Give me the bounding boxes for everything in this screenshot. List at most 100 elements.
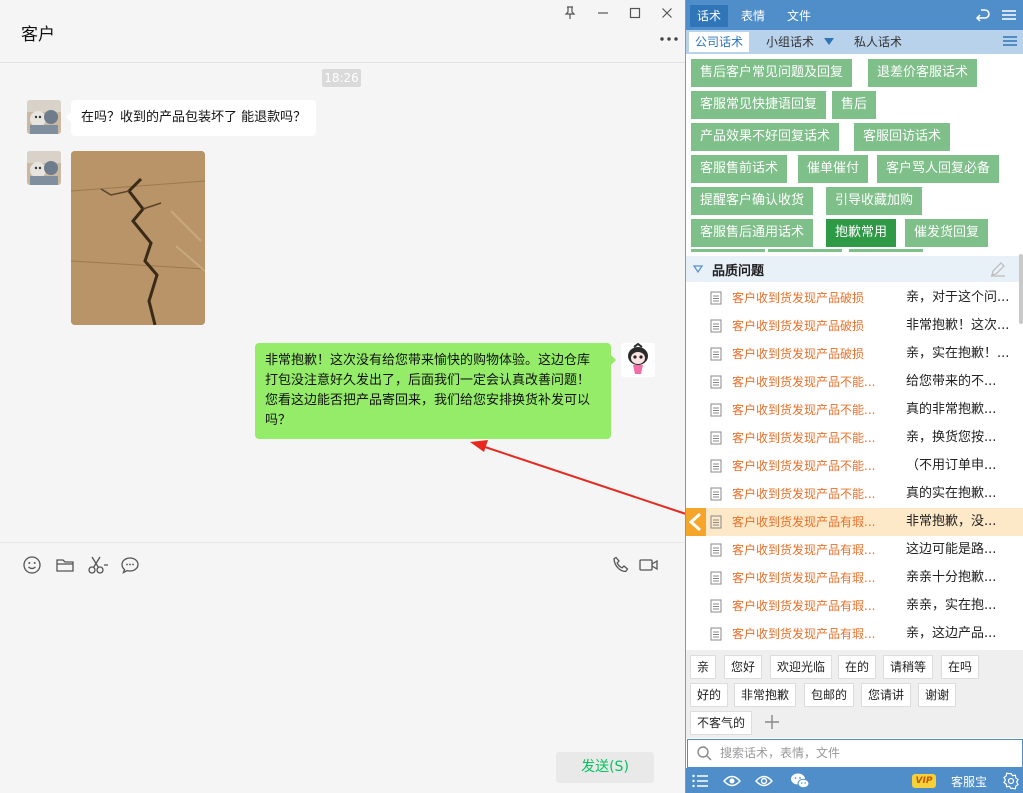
quick-phrase[interactable]: 您好: [724, 655, 763, 679]
bottom-bar: VIP 客服宝: [686, 768, 1023, 793]
script-row[interactable]: 客户收到货发现产品不能... 真的实在抱歉...: [686, 480, 1023, 508]
list-icon[interactable]: [691, 772, 709, 790]
settings-icon[interactable]: [1002, 772, 1020, 790]
script-row[interactable]: 客户收到货发现产品不能... （不用订单申...: [686, 452, 1023, 480]
category-button-active[interactable]: 抱歉常用: [826, 219, 897, 247]
script-row[interactable]: 客户收到货发现产品不能... 给您带来的不...: [686, 368, 1023, 396]
quick-phrase[interactable]: 包邮的: [804, 683, 855, 707]
category-button[interactable]: 提醒客户确认收货: [691, 187, 814, 215]
emoji-icon[interactable]: [22, 555, 42, 575]
script-row[interactable]: 客户收到货发现产品有瑕... 亲亲十分抱歉...: [686, 564, 1023, 592]
return-icon[interactable]: [975, 7, 991, 23]
quick-phrase[interactable]: 亲: [690, 655, 717, 679]
category-button[interactable]: 客服售前话术: [691, 155, 788, 183]
pin-icon[interactable]: [562, 5, 578, 21]
quick-phrase[interactable]: 您请讲: [861, 683, 912, 707]
tab-group-scripts[interactable]: 小组话术: [760, 32, 820, 52]
category-button-partial[interactable]: [849, 249, 923, 252]
eye-icon[interactable]: [723, 772, 741, 790]
category-button[interactable]: 产品效果不好回复话术: [691, 123, 840, 151]
script-row[interactable]: 客户收到货发现产品破损 亲，对于这个问...: [686, 284, 1023, 312]
script-row[interactable]: 客户收到货发现产品有瑕... 亲，这边产品...: [686, 620, 1023, 648]
damaged-box-photo[interactable]: [71, 151, 205, 325]
script-category: 客户收到货发现产品有瑕...: [732, 515, 876, 529]
vip-badge[interactable]: VIP: [912, 774, 936, 788]
category-button[interactable]: 催单催付: [798, 155, 869, 183]
more-icon[interactable]: [658, 33, 680, 45]
category-button[interactable]: 客服常见快捷语回复: [691, 91, 827, 119]
wechat-icon[interactable]: [790, 772, 810, 790]
panel-sub-tabs: 公司话术 小组话术 私人话术: [686, 30, 1023, 54]
quick-phrase[interactable]: 在吗: [941, 655, 980, 679]
scrollbar[interactable]: [1019, 254, 1023, 324]
app-name[interactable]: 客服宝: [951, 773, 987, 790]
category-button[interactable]: 客服回访话术: [854, 123, 951, 151]
quick-phrase[interactable]: 请稍等: [883, 655, 934, 679]
script-row[interactable]: 客户收到货发现产品不能... 真的非常抱歉...: [686, 396, 1023, 424]
chat-window: 客户 18:26 在吗？收到的产品包装坏了 能退款吗？ 非常抱歉！这次没有给您带…: [0, 0, 685, 793]
script-row[interactable]: 客户收到货发现产品破损 亲，实在抱歉！...: [686, 340, 1023, 368]
document-icon: [710, 375, 722, 389]
document-icon: [710, 487, 722, 501]
scissors-icon[interactable]: [87, 555, 109, 575]
document-icon: [710, 459, 722, 473]
phone-icon[interactable]: [611, 555, 631, 575]
category-button[interactable]: 售后客户常见问题及回复: [691, 59, 853, 87]
category-button-partial[interactable]: [691, 249, 765, 252]
category-button[interactable]: 客户骂人回复必备: [877, 155, 1000, 183]
category-button-partial[interactable]: [768, 249, 842, 252]
script-row[interactable]: 客户收到货发现产品有瑕... 亲亲，实在抱...: [686, 592, 1023, 620]
incoming-message[interactable]: 在吗？收到的产品包装坏了 能退款吗？: [65, 100, 317, 136]
menu-lines-icon[interactable]: [1001, 8, 1017, 22]
collapse-triangle-icon[interactable]: [693, 265, 703, 273]
close-icon[interactable]: [659, 5, 675, 21]
quick-phrase[interactable]: 在的: [838, 655, 877, 679]
tab-company-scripts[interactable]: 公司话术: [689, 32, 750, 52]
tab-files[interactable]: 文件: [780, 5, 818, 27]
script-row[interactable]: 客户收到货发现产品不能... 亲，换货您按...: [686, 424, 1023, 452]
tab-private-scripts[interactable]: 私人话术: [848, 32, 908, 52]
quick-phrase[interactable]: 不客气的: [690, 711, 753, 735]
folder-icon[interactable]: [55, 555, 75, 575]
video-call-icon[interactable]: [638, 555, 660, 575]
script-category: 客户收到货发现产品有瑕...: [732, 571, 876, 585]
chat-bubble-icon[interactable]: [120, 555, 140, 575]
chevron-down-icon[interactable]: [824, 38, 834, 46]
category-button[interactable]: 售后: [832, 91, 877, 119]
script-category: 客户收到货发现产品不能...: [732, 375, 876, 389]
quick-phrase[interactable]: 非常抱歉: [734, 683, 797, 707]
category-button[interactable]: 客服售后通用话术: [691, 219, 814, 247]
section-header[interactable]: 品质问题: [686, 256, 1023, 282]
quick-phrase[interactable]: 欢迎光临: [770, 655, 833, 679]
script-row[interactable]: 客户收到货发现产品破损 非常抱歉！这次...: [686, 312, 1023, 340]
menu-lines-icon[interactable]: [1002, 34, 1018, 48]
customer-avatar[interactable]: [27, 151, 61, 185]
message-input-area[interactable]: 发送(S): [0, 583, 685, 793]
maximize-icon[interactable]: [627, 5, 643, 21]
script-row[interactable]: 客户收到货发现产品有瑕... 这边可能是路...: [686, 536, 1023, 564]
document-icon: [710, 543, 722, 557]
document-icon: [710, 319, 722, 333]
agent-avatar[interactable]: [621, 343, 655, 377]
category-button[interactable]: 引导收藏加购: [826, 187, 923, 215]
search-box[interactable]: [687, 739, 1023, 768]
category-button[interactable]: 退差价客服话术: [868, 59, 978, 87]
send-button[interactable]: 发送(S): [556, 752, 654, 783]
category-button[interactable]: 催发货回复: [905, 219, 989, 247]
pencil-icon[interactable]: [989, 260, 1007, 278]
customer-avatar[interactable]: [27, 100, 61, 134]
script-row-selected[interactable]: 客户收到货发现产品有瑕... 非常抱歉，没...: [686, 508, 1023, 536]
quick-phrase[interactable]: 好的: [690, 683, 729, 707]
minimize-icon[interactable]: [595, 5, 611, 21]
quick-phrase[interactable]: 谢谢: [918, 683, 957, 707]
add-icon[interactable]: [764, 714, 780, 730]
search-input[interactable]: [720, 744, 1010, 762]
tab-scripts[interactable]: 话术: [690, 5, 729, 27]
tab-emoji[interactable]: 表情: [734, 5, 772, 27]
script-category: 客户收到货发现产品有瑕...: [732, 627, 876, 641]
outgoing-message[interactable]: 非常抱歉！这次没有给您带来愉快的购物体验。这边仓库打包没注意好久发出了，后面我们…: [255, 343, 616, 439]
send-arrow-icon[interactable]: [686, 508, 706, 536]
document-icon: [710, 515, 722, 529]
eye-icon[interactable]: [755, 772, 773, 790]
script-text: 非常抱歉！这次...: [906, 318, 1010, 333]
